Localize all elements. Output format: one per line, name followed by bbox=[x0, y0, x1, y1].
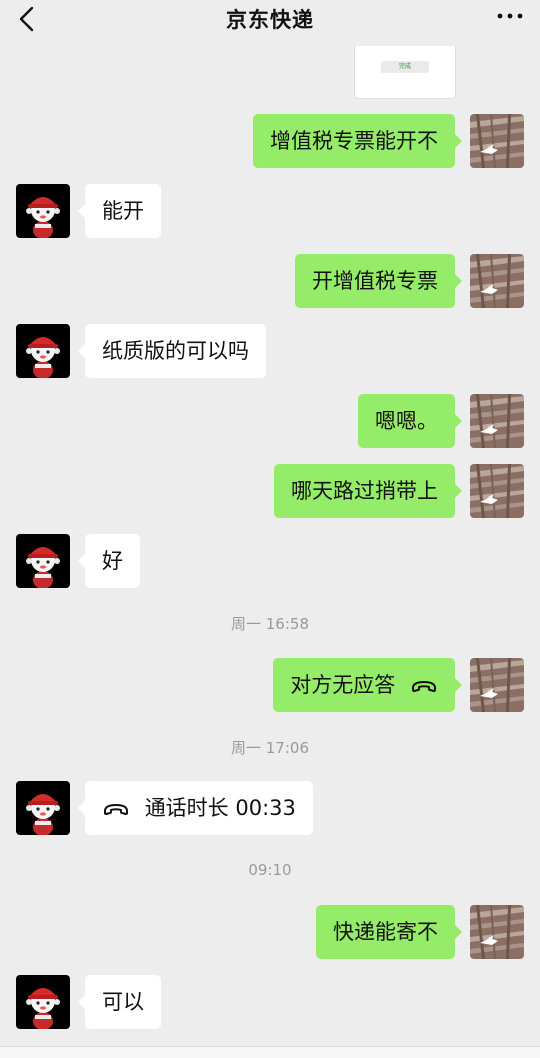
message-bubble-incoming[interactable]: 可以 bbox=[78, 975, 161, 1029]
phone-hangup-icon bbox=[102, 801, 130, 817]
call-bubble-incoming[interactable]: 通话时长 00:33 bbox=[78, 781, 313, 835]
input-bar bbox=[0, 1046, 540, 1058]
self-avatar[interactable] bbox=[470, 394, 524, 448]
message-bubble-outgoing[interactable]: 开增值税专票 bbox=[295, 254, 462, 308]
phone-hangup-icon bbox=[410, 678, 438, 694]
message-bubble-outgoing[interactable]: 嗯嗯。 bbox=[358, 394, 462, 448]
self-avatar[interactable] bbox=[470, 464, 524, 518]
self-avatar[interactable] bbox=[470, 114, 524, 168]
message-bubble-incoming[interactable]: 能开 bbox=[78, 184, 161, 238]
contact-avatar[interactable] bbox=[16, 184, 70, 238]
self-avatar[interactable] bbox=[470, 905, 524, 959]
more-dots-icon bbox=[497, 13, 523, 19]
contact-avatar[interactable] bbox=[16, 534, 70, 588]
message-bubble-outgoing[interactable]: 哪天路过捎带上 bbox=[274, 464, 462, 518]
self-avatar[interactable] bbox=[470, 254, 524, 308]
message-bubble-incoming[interactable]: 纸质版的可以吗 bbox=[78, 324, 266, 378]
contact-avatar[interactable] bbox=[16, 781, 70, 835]
more-button[interactable] bbox=[492, 6, 528, 38]
timestamp: 周一 16:58 bbox=[231, 615, 309, 633]
top-bar: 京东快递 bbox=[0, 0, 540, 46]
call-bubble-outgoing[interactable]: 对方无应答 bbox=[273, 658, 462, 712]
image-message[interactable]: 完成 bbox=[354, 46, 456, 99]
timestamp: 周一 17:06 bbox=[231, 739, 309, 757]
message-bubble-incoming[interactable]: 好 bbox=[78, 534, 140, 588]
contact-avatar[interactable] bbox=[16, 975, 70, 1029]
contact-avatar[interactable] bbox=[16, 324, 70, 378]
call-duration-text: 通话时长 00:33 bbox=[144, 796, 296, 820]
message-bubble-outgoing[interactable]: 增值税专票能开不 bbox=[253, 114, 462, 168]
message-bubble-outgoing[interactable]: 快递能寄不 bbox=[316, 905, 462, 959]
call-status-text: 对方无应答 bbox=[290, 673, 396, 697]
image-message-button: 完成 bbox=[381, 61, 429, 73]
chat-title: 京东快递 bbox=[226, 8, 314, 32]
self-avatar[interactable] bbox=[470, 658, 524, 712]
timestamp: 09:10 bbox=[248, 861, 292, 879]
